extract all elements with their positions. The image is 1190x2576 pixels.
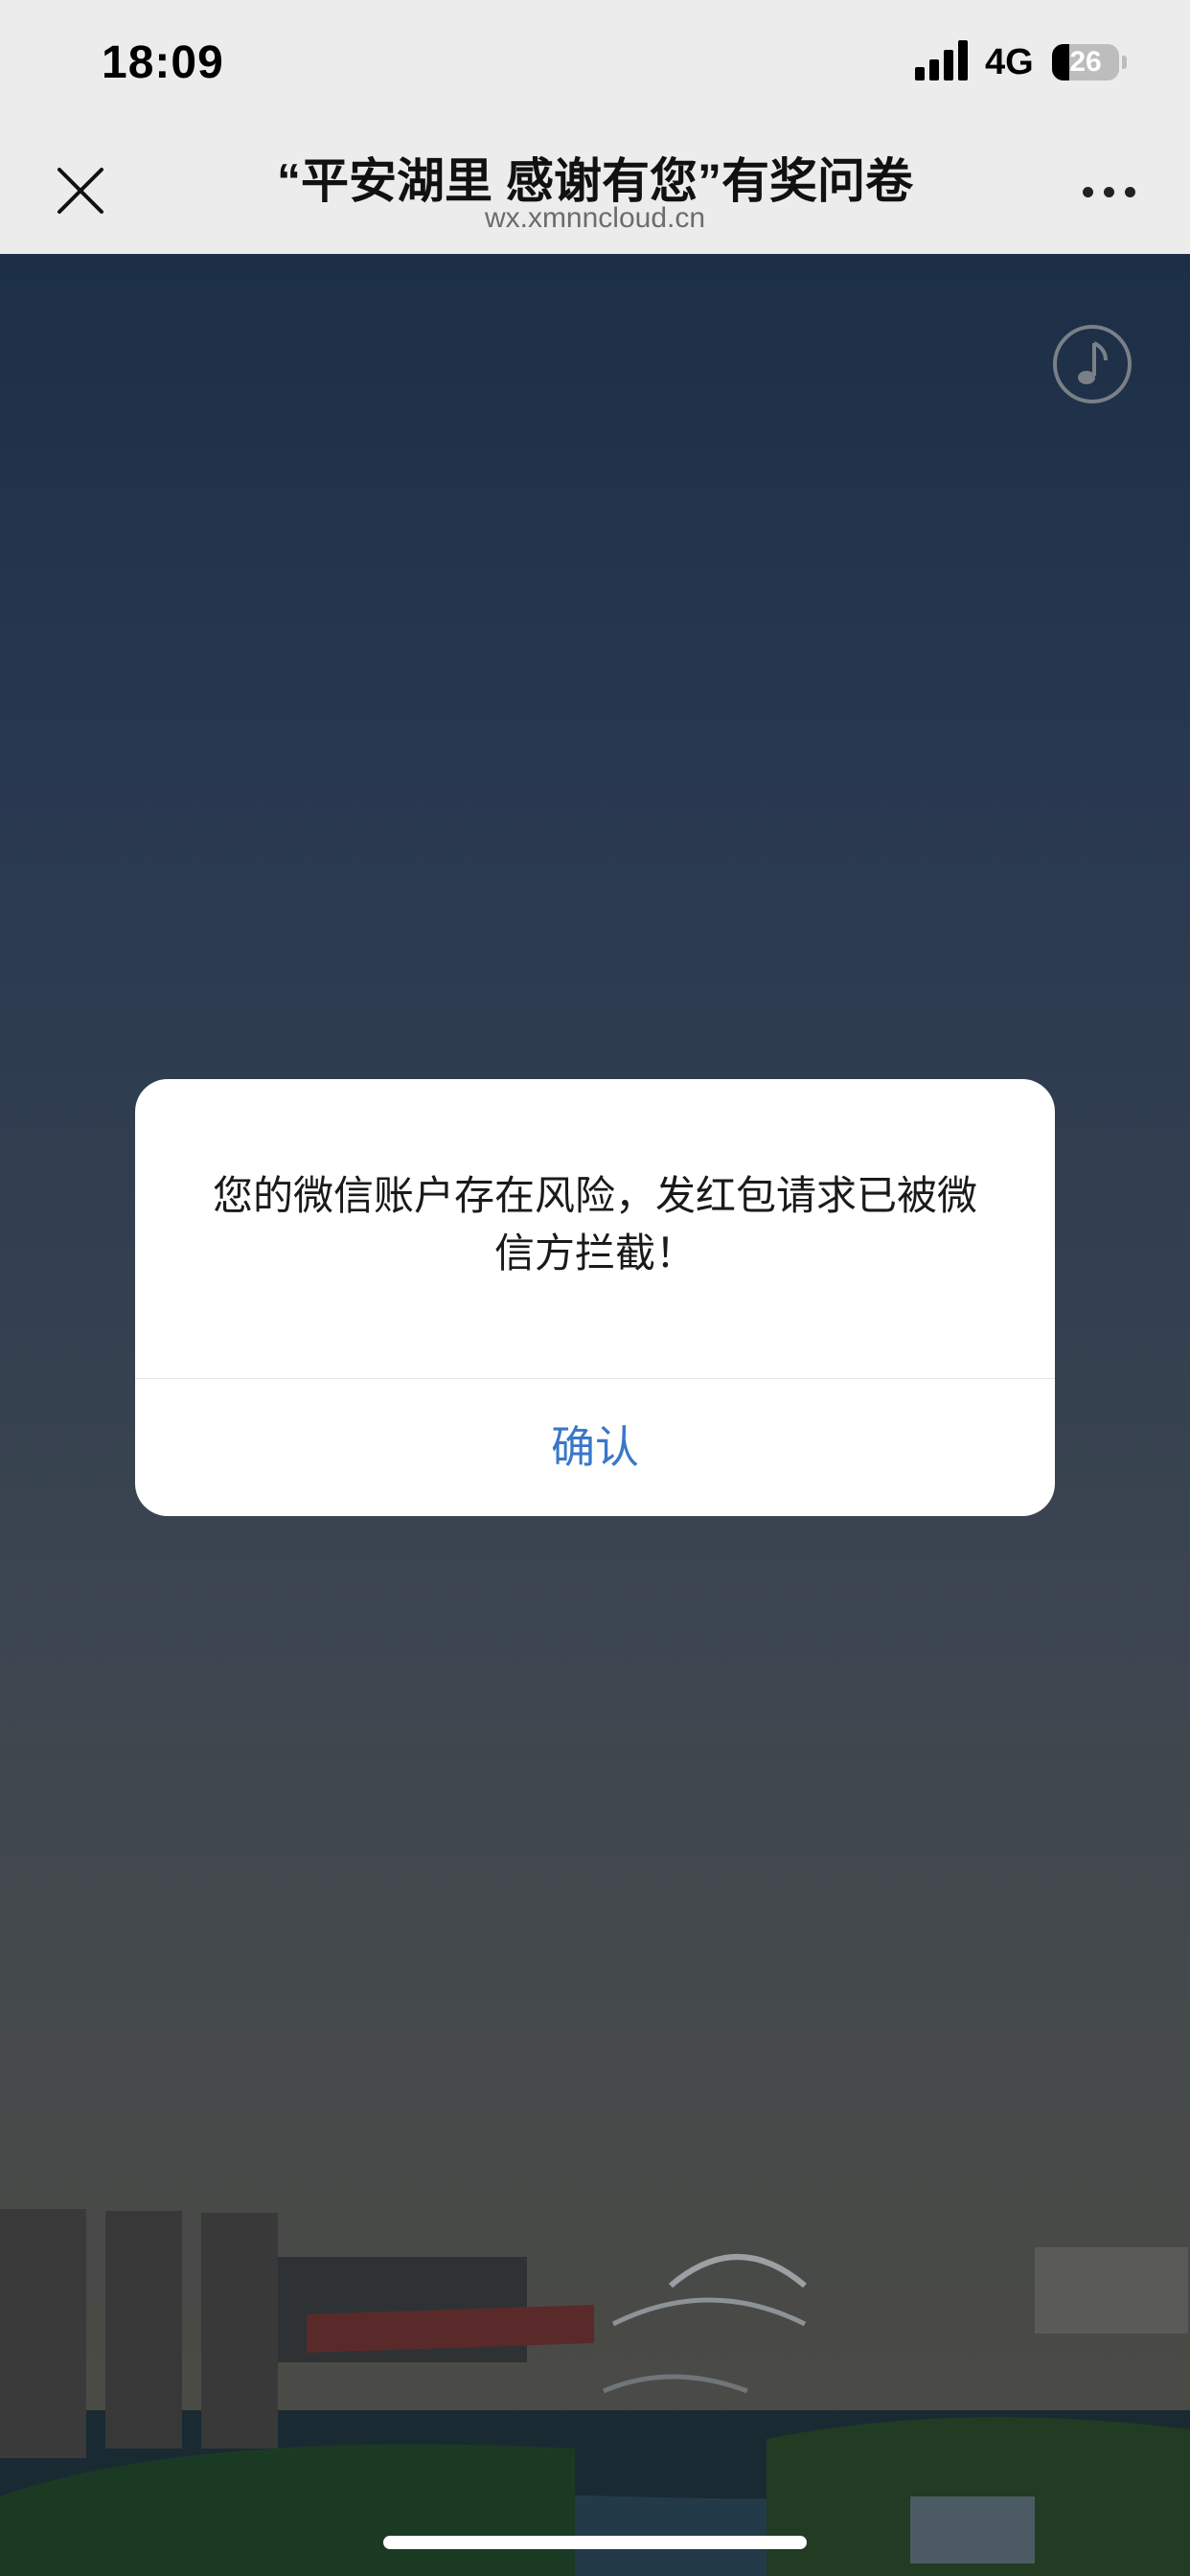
alert-message: 您的微信账户存在风险，发红包请求已被微信方拦截！: [212, 1173, 977, 1276]
network-type: 4G: [985, 42, 1034, 82]
close-icon[interactable]: [50, 160, 111, 221]
more-icon[interactable]: [1071, 172, 1148, 210]
battery-icon: 26: [1052, 44, 1127, 80]
home-indicator[interactable]: [383, 2536, 807, 2549]
status-bar: 18:09 4G 26: [0, 0, 1190, 129]
alert-dialog: 您的微信账户存在风险，发红包请求已被微信方拦截！ 确认: [135, 1079, 1055, 1516]
city-skyline-image: [0, 2209, 1190, 2576]
page-url: wx.xmnncloud.cn: [484, 202, 706, 234]
nav-bar: “平安湖里 感谢有您”有奖问卷 wx.xmnncloud.cn: [0, 129, 1190, 255]
battery-level: 26: [1069, 46, 1102, 78]
music-note-icon[interactable]: [1052, 324, 1133, 404]
signal-icon: [915, 40, 968, 80]
status-time: 18:09: [102, 37, 224, 88]
confirm-button[interactable]: 确认: [135, 1379, 1055, 1516]
